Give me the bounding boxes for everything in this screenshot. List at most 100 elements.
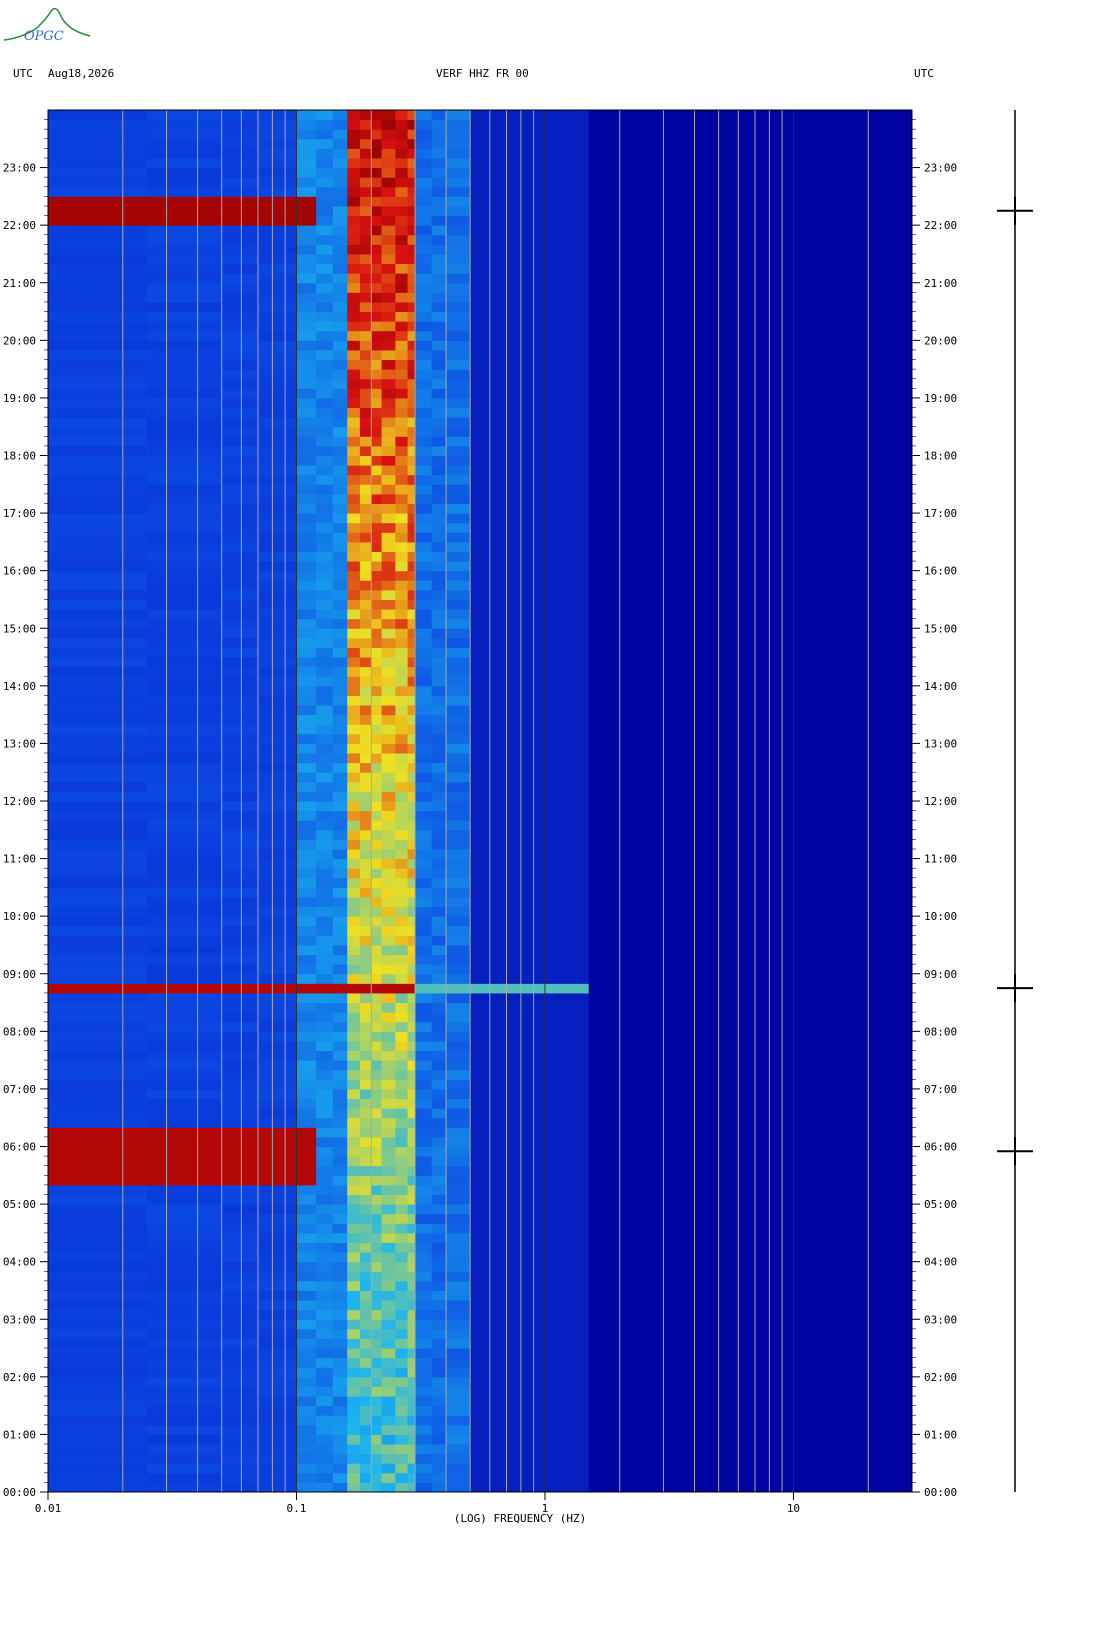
- spectrogram-cell: [544, 1127, 590, 1138]
- spectrogram-cell: [332, 820, 348, 831]
- spectrogram-cell: [718, 1405, 913, 1416]
- spectrogram-cell: [431, 1463, 447, 1474]
- spectrogram-cell: [506, 820, 546, 831]
- spectrogram-cell: [588, 1088, 621, 1100]
- spectrogram-cell: [395, 349, 409, 361]
- spectrogram-cell: [347, 570, 361, 581]
- spectrogram-cell: [257, 1127, 297, 1138]
- spectrogram-cell: [470, 1463, 507, 1474]
- spectrogram-cell: [332, 1290, 348, 1301]
- spectrogram-cell: [332, 148, 348, 159]
- spectrogram-cell: [347, 455, 361, 466]
- spectrogram-cell: [395, 225, 409, 236]
- spectrogram-cell: [347, 1290, 361, 1301]
- spectrogram-cell: [718, 1088, 913, 1100]
- spectrogram-cell: [347, 714, 361, 725]
- spectrogram-cell: [431, 1040, 447, 1052]
- spectrogram-cell: [544, 215, 590, 226]
- spectrogram-cell: [470, 417, 507, 428]
- spectrogram-cell: [588, 225, 621, 236]
- spectrogram-cell: [619, 1223, 720, 1234]
- spectrogram-cell: [544, 848, 590, 860]
- spectrogram-cell: [347, 551, 361, 562]
- spectrogram-cell: [470, 1127, 507, 1138]
- spectrogram-cell: [371, 1031, 383, 1042]
- spectrogram-cell: [588, 397, 621, 409]
- spectrogram-cell: [407, 426, 416, 437]
- spectrogram-cell: [619, 436, 720, 447]
- spectrogram-cell: [470, 1453, 507, 1464]
- spectrogram-cell: [371, 1117, 383, 1128]
- spectrogram-cell: [146, 1223, 223, 1234]
- spectrogram-cell: [544, 599, 590, 610]
- spectrogram-cell: [395, 762, 409, 773]
- spectrogram-cell: [431, 378, 447, 389]
- spectrogram-cell: [407, 541, 416, 552]
- spectrogram-cell: [395, 1204, 409, 1215]
- spectrogram-cell: [221, 762, 259, 773]
- spectrogram-cell: [506, 1444, 546, 1455]
- spectrogram-cell: [407, 359, 416, 370]
- spectrogram-cell: [470, 1079, 507, 1090]
- spectrogram-cell: [371, 781, 383, 792]
- spectrogram-cell: [470, 1415, 507, 1426]
- spectrogram-cell: [506, 829, 546, 840]
- spectrogram-cell: [446, 1136, 471, 1147]
- y-tick-label-left: 08:00: [3, 1025, 36, 1038]
- spectrogram-cell: [371, 964, 383, 975]
- spectrogram-cell: [588, 503, 621, 514]
- spectrogram-cell: [619, 407, 720, 418]
- spectrogram-cell: [371, 311, 383, 322]
- spectrogram-cell: [718, 1136, 913, 1147]
- spectrogram-cell: [347, 1108, 361, 1119]
- spectrogram-cell: [296, 119, 317, 130]
- spectrogram-cell: [544, 196, 590, 207]
- spectrogram-cell: [415, 330, 433, 341]
- spectrogram-cell: [431, 1319, 447, 1330]
- spectrogram-cell: [332, 772, 348, 783]
- spectrogram-cell: [544, 1060, 590, 1071]
- spectrogram-cell: [407, 1376, 416, 1387]
- spectrogram-cell: [407, 1060, 416, 1071]
- spectrogram-cell: [347, 983, 361, 994]
- spectrogram-cell: [221, 781, 259, 792]
- spectrogram-cell: [221, 753, 259, 764]
- spectrogram-cell: [371, 417, 383, 428]
- spectrogram-cell: [506, 772, 546, 783]
- spectrogram-cell: [146, 407, 223, 418]
- spectrogram-cell: [718, 1444, 913, 1455]
- spectrogram-cell: [221, 1424, 259, 1435]
- spectrogram-cell: [415, 1472, 433, 1483]
- spectrogram-cell: [332, 1079, 348, 1090]
- spectrogram-cell: [48, 1021, 148, 1032]
- spectrogram-cell: [146, 1002, 223, 1013]
- spectrogram-cell: [506, 1300, 546, 1311]
- spectrogram-cell: [395, 1396, 409, 1407]
- spectrogram-cell: [316, 148, 334, 159]
- spectrogram-cell: [415, 1453, 433, 1464]
- spectrogram-cell: [347, 110, 361, 121]
- spectrogram-cell: [718, 282, 913, 293]
- spectrogram-cell: [470, 1242, 507, 1253]
- spectrogram-cell: [415, 1098, 433, 1109]
- spectrogram-cell: [415, 1271, 433, 1282]
- spectrogram-cell: [257, 829, 297, 840]
- spectrogram-cell: [446, 609, 471, 620]
- spectrogram-cell: [619, 484, 720, 495]
- spectrogram-cell: [146, 1300, 223, 1311]
- spectrogram-cell: [395, 609, 409, 620]
- spectrogram-cell: [718, 129, 913, 140]
- spectrogram-cell: [48, 148, 148, 159]
- spectrogram-cell: [296, 465, 317, 476]
- spectrogram-cell: [347, 1280, 361, 1291]
- spectrogram-cell: [588, 1415, 621, 1426]
- spectrogram-cell: [332, 666, 348, 677]
- spectrogram-cell: [415, 1280, 433, 1291]
- spectrogram-cell: [718, 311, 913, 322]
- spectrogram-cell: [470, 186, 507, 197]
- spectrogram-cell: [296, 753, 317, 764]
- spectrogram-cell: [381, 1309, 396, 1320]
- spectrogram-cell: [316, 532, 334, 543]
- spectrogram-cell: [588, 1271, 621, 1282]
- spectrogram-cell: [415, 1213, 433, 1224]
